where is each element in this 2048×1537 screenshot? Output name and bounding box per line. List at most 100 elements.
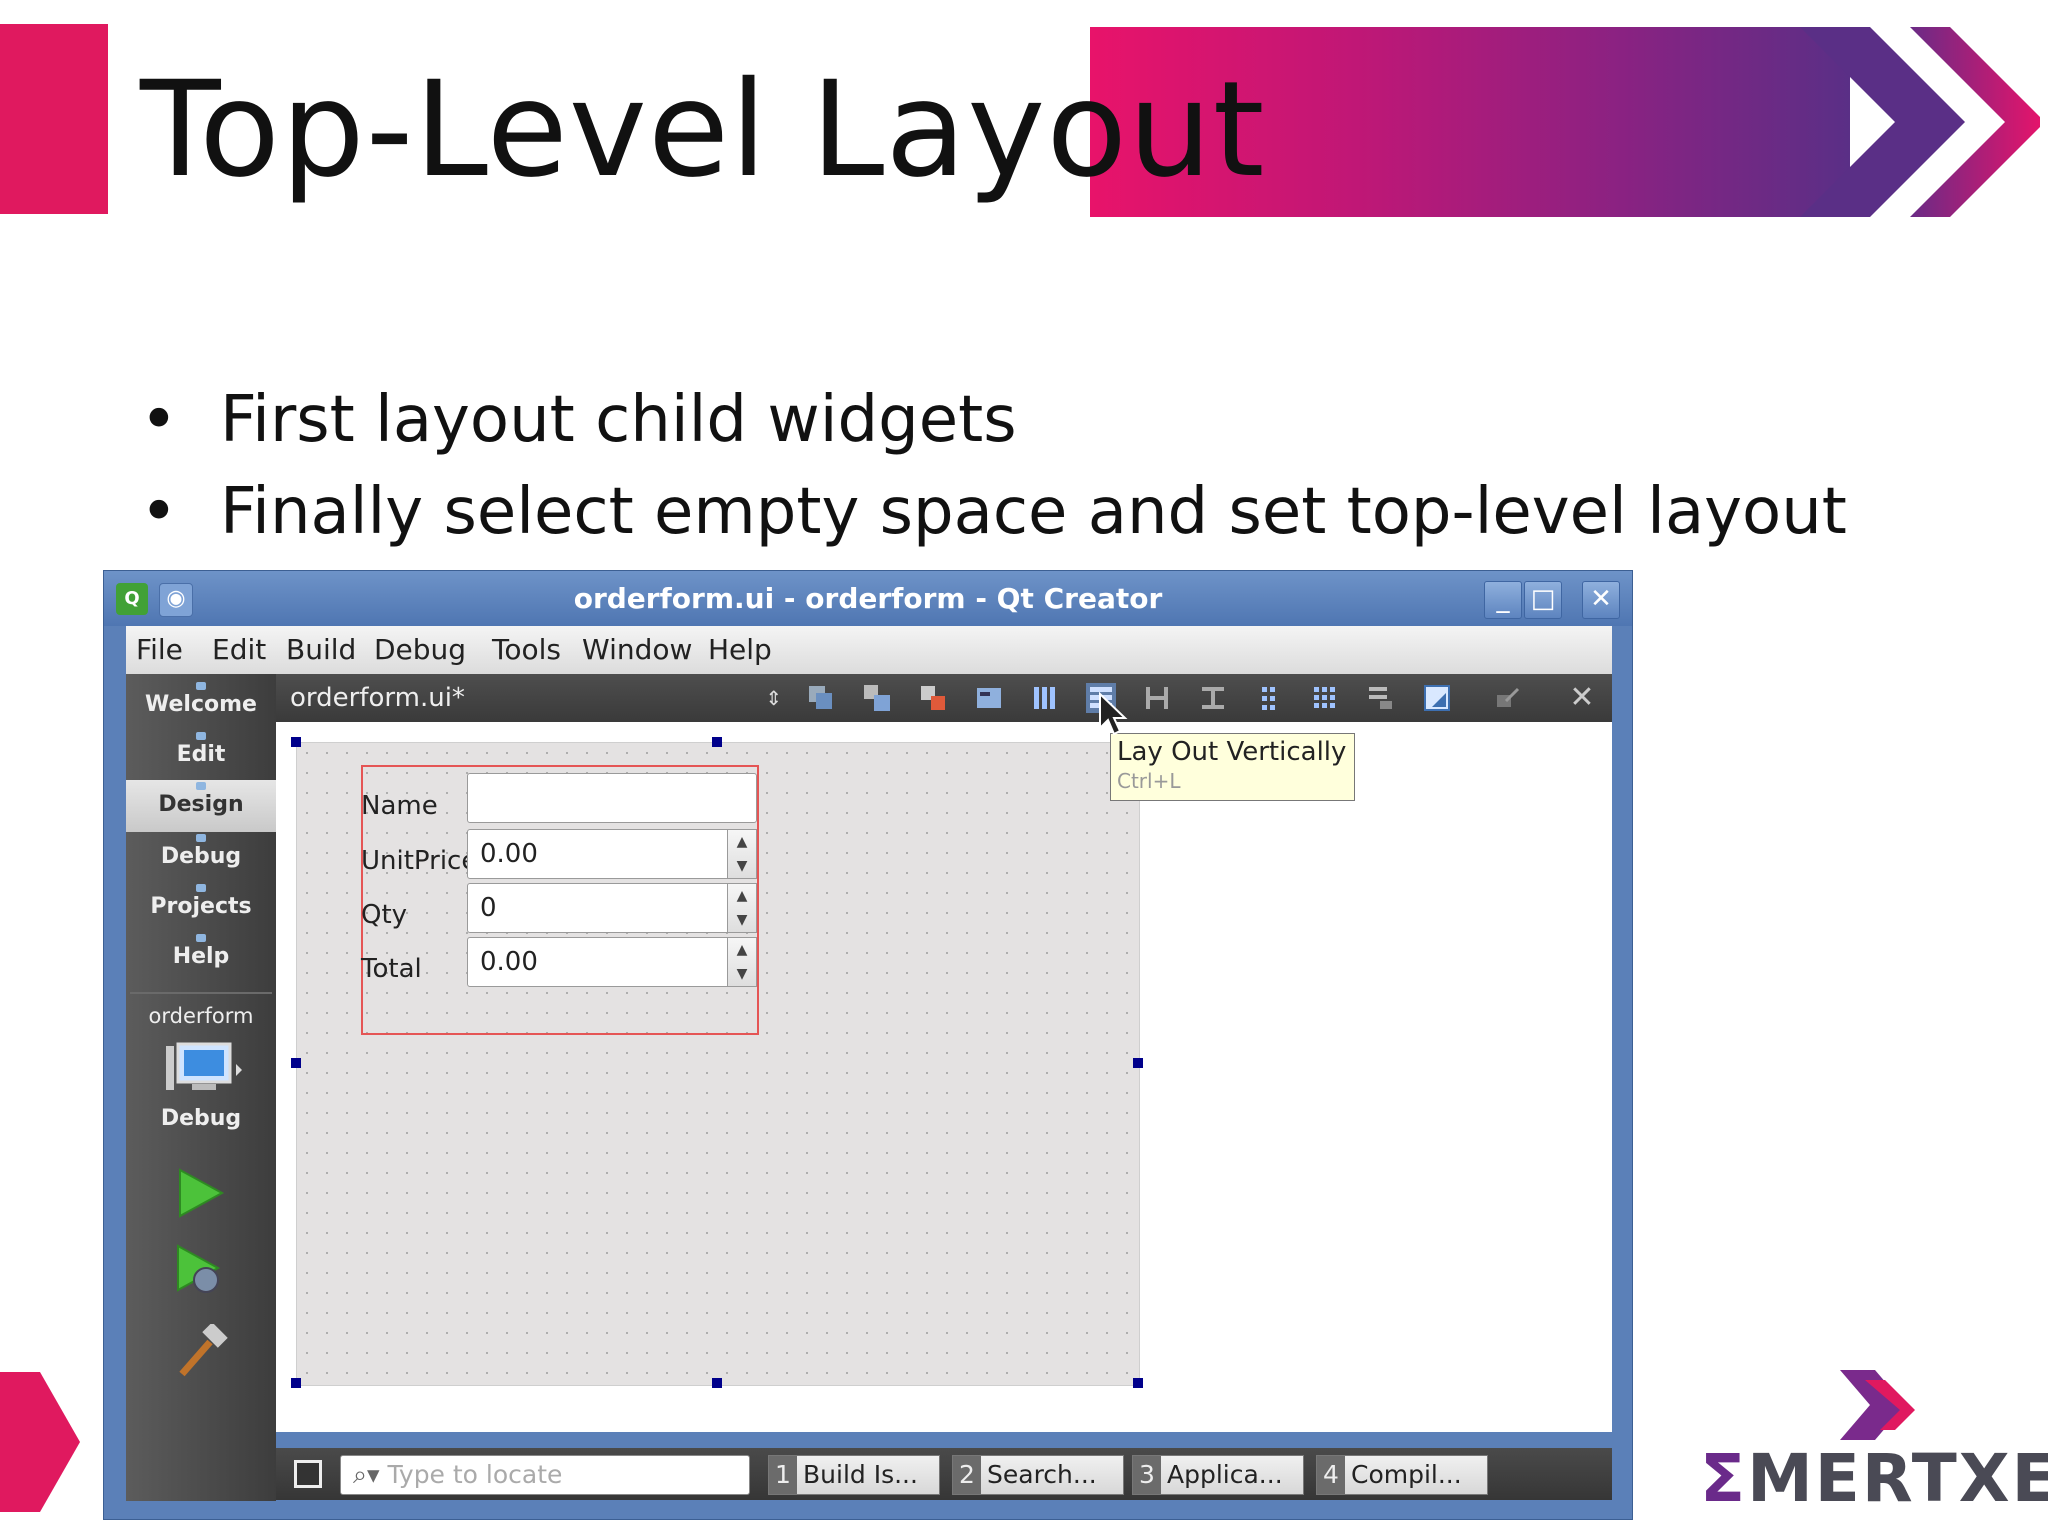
combo-arrows-icon: ⇕ [765,686,782,710]
close-document-button[interactable]: ✕ [1562,674,1602,722]
menu-edit[interactable]: Edit [212,626,266,674]
spin-down-icon[interactable]: ▼ [728,854,756,878]
projects-icon [196,884,206,892]
selection-handle[interactable] [712,737,722,747]
debug-icon [196,834,206,842]
locator-placeholder: Type to locate [387,1460,563,1489]
left-accent-bar [0,24,108,214]
run-config-label[interactable]: Debug [126,1106,276,1131]
mode-label: Projects [150,894,252,919]
lay-out-vertically-tooltip: Lay Out Vertically Ctrl+L [1110,733,1355,801]
lay-out-form-icon[interactable] [1254,683,1284,713]
spin-up-icon[interactable]: ▲ [728,938,756,962]
emertxe-logo-text: ΣMERTXE [1700,1440,2048,1517]
spin-down-icon[interactable]: ▼ [728,962,756,986]
mode-debug[interactable]: Debug [126,834,276,869]
target-selector-monitor-icon[interactable] [164,1042,244,1098]
mode-label: Help [172,944,230,969]
logo-word: MERTXE [1747,1440,2048,1517]
minimize-button[interactable]: _ [1484,581,1522,619]
unitprice-spinbox[interactable]: 0.00 [467,829,733,879]
menu-tools[interactable]: Tools [492,626,561,674]
lay-out-vertical-splitter-icon[interactable] [1198,683,1228,713]
menu-window[interactable]: Window [582,626,692,674]
lay-out-horizontally-icon[interactable] [1030,683,1060,713]
menu-file[interactable]: File [136,626,183,674]
mode-welcome[interactable]: Welcome [126,682,276,717]
designer-toolbar: orderform.ui* ⇕ ✕ [276,674,1612,722]
form-editor-area[interactable]: Name UnitPrice 0.00 ▲ ▼ Qty 0 ▲ ▼ Total 0.… [276,722,1612,1432]
qt-creator-window: Q ◉ orderform.ui - orderform - Qt Creato… [103,570,1633,1520]
spin-down-icon[interactable]: ▼ [728,908,756,932]
menu-debug[interactable]: Debug [374,626,466,674]
window-titlebar[interactable]: Q ◉ orderform.ui - orderform - Qt Creato… [104,571,1632,626]
qty-spinbox[interactable]: 0 [467,883,733,933]
lay-out-grid-icon[interactable] [1310,683,1340,713]
unitprice-spin-buttons[interactable]: ▲ ▼ [727,829,757,879]
selection-handle[interactable] [1133,1058,1143,1068]
output-tab-build-issues[interactable]: 1 Build Is... [768,1455,940,1495]
toggle-sidebar-button[interactable] [294,1460,322,1488]
bullet-glyph: • [140,475,178,549]
form-canvas[interactable]: Name UnitPrice 0.00 ▲ ▼ Qty 0 ▲ ▼ Total 0.… [296,742,1140,1386]
bottom-chevron-decoration [0,1372,80,1512]
project-selector-label[interactable]: orderform [126,1004,276,1028]
start-debugging-icon[interactable] [174,1244,228,1298]
tooltip-shortcut: Ctrl+L [1117,769,1181,793]
edit-widgets-icon[interactable] [806,683,836,713]
tab-number: 3 [1133,1456,1161,1494]
edit-buddies-icon[interactable] [918,683,948,713]
total-spinbox[interactable]: 0.00 [467,937,733,987]
output-pane-bar: ⌕▾ Type to locate 1 Build Is... 2 Search..… [276,1448,1612,1500]
break-layout-icon[interactable] [1366,683,1396,713]
output-tab-application-output[interactable]: 3 Applica... [1132,1455,1304,1495]
close-button[interactable]: ✕ [1582,581,1620,619]
bullet-text: First layout child widgets [220,383,1017,457]
unitprice-label: UnitPrice [361,846,478,876]
mode-divider [130,992,272,994]
selection-handle[interactable] [291,1058,301,1068]
qty-spin-buttons[interactable]: ▲ ▼ [727,883,757,933]
qty-label: Qty [361,900,408,930]
current-file: orderform.ui* [290,683,465,713]
maximize-button[interactable]: □ [1524,581,1562,619]
lay-out-horizontal-splitter-icon[interactable] [1142,683,1172,713]
adjust-size-icon[interactable] [1422,683,1452,713]
mode-edit[interactable]: Edit [126,732,276,767]
tab-number: 4 [1317,1456,1345,1494]
preview-icon[interactable] [1492,683,1522,713]
tooltip-title: Lay Out Vertically [1117,737,1347,767]
mode-projects[interactable]: Projects [126,884,276,919]
edit-icon [196,732,206,740]
window-title: orderform.ui - orderform - Qt Creator [573,582,1163,615]
logo-sigma: Σ [1700,1440,1748,1517]
output-tab-compile-output[interactable]: 4 Compil... [1316,1455,1488,1495]
selection-handle[interactable] [291,1378,301,1388]
bullet-glyph: • [140,383,178,457]
selection-handle[interactable] [712,1378,722,1388]
welcome-icon [196,682,206,690]
edit-signals-icon[interactable] [862,683,892,713]
design-icon [196,782,206,790]
edit-tab-order-icon[interactable] [974,683,1004,713]
menu-build[interactable]: Build [286,626,356,674]
spin-up-icon[interactable]: ▲ [728,830,756,854]
run-icon[interactable] [176,1168,226,1218]
selection-handle[interactable] [1133,1378,1143,1388]
open-documents-combo[interactable]: orderform.ui* ⇕ [280,674,790,722]
tab-label: Compil... [1351,1460,1462,1489]
menu-help[interactable]: Help [708,626,772,674]
mode-design[interactable]: Design [126,780,276,832]
locator-input[interactable]: ⌕▾ Type to locate [340,1455,750,1495]
name-input[interactable] [467,773,757,823]
tab-label: Applica... [1167,1460,1283,1489]
bullet-item: • First layout child widgets [140,380,1017,460]
bullet-text: Finally select empty space and set top-l… [220,475,1847,549]
mode-help[interactable]: Help [126,934,276,969]
selection-handle[interactable] [291,737,301,747]
output-tab-search-results[interactable]: 2 Search... [952,1455,1124,1495]
total-spin-buttons[interactable]: ▲ ▼ [727,937,757,987]
mode-label: Design [158,792,244,817]
build-hammer-icon[interactable] [174,1324,230,1380]
spin-up-icon[interactable]: ▲ [728,884,756,908]
